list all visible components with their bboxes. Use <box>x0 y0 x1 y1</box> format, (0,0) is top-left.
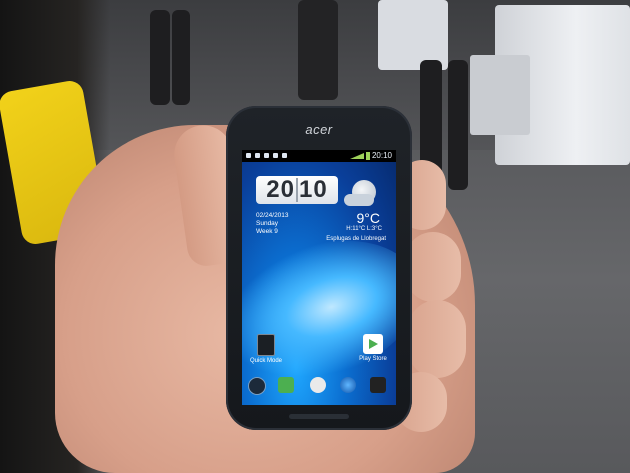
app-dock <box>242 373 396 401</box>
phone-screen[interactable]: 20:10 20 10 02/24/2013 Sunday Week 9 9°C … <box>242 150 396 405</box>
notification-icon <box>264 153 269 158</box>
quick-mode-label: Quick Mode <box>250 358 283 364</box>
finger <box>405 232 461 302</box>
finger <box>408 300 466 378</box>
messaging-icon[interactable] <box>278 377 294 393</box>
cloud-weather-icon <box>344 194 374 206</box>
clock-minute: 10 <box>299 176 328 203</box>
brand-logo: acer <box>305 122 333 137</box>
notification-icons <box>246 150 291 162</box>
city-name: Esplugas de Llobregat <box>326 236 386 242</box>
app-drawer-icon[interactable] <box>310 377 326 393</box>
status-bar[interactable]: 20:10 <box>242 150 396 162</box>
day-text: Sunday <box>256 220 279 227</box>
speaker-grille <box>289 414 349 419</box>
person-leg <box>448 60 468 190</box>
person-figure <box>298 0 338 100</box>
temperature: 9°C <box>356 210 381 226</box>
signal-icon <box>350 153 364 159</box>
clock-widget[interactable]: 20 10 <box>256 176 338 204</box>
date-text: 02/24/2013 <box>256 212 289 219</box>
quick-mode-icon <box>257 334 275 356</box>
smartphone: acer 20:10 20 10 02/24/2013 Sunday Week 9… <box>226 106 412 430</box>
browser-icon[interactable] <box>340 377 356 393</box>
battery-icon <box>366 152 370 160</box>
notification-icon <box>282 153 287 158</box>
camera-icon[interactable] <box>370 377 386 393</box>
week-text: Week 9 <box>256 228 278 235</box>
person-leg <box>172 10 190 105</box>
tablecloth-fold <box>470 55 530 135</box>
phone-icon[interactable] <box>248 377 266 395</box>
quick-mode-shortcut[interactable]: Quick Mode <box>250 334 282 364</box>
notification-icon <box>273 153 278 158</box>
play-store-label: Play Store <box>359 356 387 362</box>
temperature-range: H:11°C L:3°C <box>346 226 382 232</box>
status-time: 20:10 <box>371 151 392 160</box>
play-store-shortcut[interactable]: Play Store <box>354 334 392 362</box>
flip-divider <box>296 178 298 202</box>
date-info: 02/24/2013 Sunday Week 9 <box>256 212 289 236</box>
notification-icon <box>246 153 251 158</box>
person-leg <box>150 10 170 105</box>
clock-hour: 20 <box>266 176 295 203</box>
notification-icon <box>255 153 260 158</box>
play-store-icon <box>363 334 383 354</box>
